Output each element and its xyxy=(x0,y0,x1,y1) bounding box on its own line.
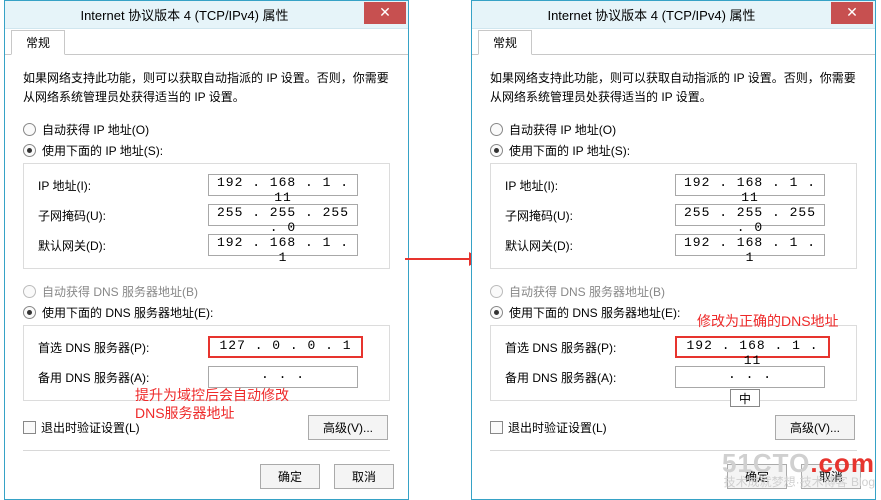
checkbox-validate-on-exit[interactable] xyxy=(23,421,36,434)
label-default-gateway: 默认网关(D): xyxy=(505,237,675,254)
radio-auto-ip[interactable] xyxy=(23,123,36,136)
input-alternate-dns[interactable]: . . . xyxy=(675,366,825,388)
radio-auto-ip-label: 自动获得 IP 地址(O) xyxy=(509,121,616,138)
annotation-before-line1: 提升为域控后会自动修改 xyxy=(135,385,289,405)
radio-manual-dns[interactable] xyxy=(23,306,36,319)
checkbox-validate-label: 退出时验证设置(L) xyxy=(41,419,140,436)
radio-manual-dns[interactable] xyxy=(490,306,503,319)
label-ip: IP 地址(I): xyxy=(505,177,675,194)
label-alternate-dns: 备用 DNS 服务器(A): xyxy=(505,369,675,386)
radio-manual-ip[interactable] xyxy=(490,144,503,157)
close-button[interactable]: ✕ xyxy=(364,2,406,24)
radio-auto-dns[interactable] xyxy=(490,285,503,298)
close-button[interactable]: ✕ xyxy=(831,2,873,24)
tab-general[interactable]: 常规 xyxy=(11,30,65,55)
tcpip-dialog-before: Internet 协议版本 4 (TCP/IPv4) 属性 ✕ 常规 如果网络支… xyxy=(4,0,409,500)
input-default-gateway[interactable]: 192 . 168 . 1 . 1 xyxy=(208,234,358,256)
advanced-button[interactable]: 高级(V)... xyxy=(308,415,388,440)
checkbox-validate-label: 退出时验证设置(L) xyxy=(508,419,607,436)
radio-auto-dns-label: 自动获得 DNS 服务器地址(B) xyxy=(509,283,665,300)
input-default-gateway[interactable]: 192 . 168 . 1 . 1 xyxy=(675,234,825,256)
ip-fields-group: IP 地址(I): 192 . 168 . 1 . 11 子网掩码(U): 25… xyxy=(23,163,390,269)
label-subnet-mask: 子网掩码(U): xyxy=(505,207,675,224)
advanced-button[interactable]: 高级(V)... xyxy=(775,415,855,440)
radio-manual-dns-label: 使用下面的 DNS 服务器地址(E): xyxy=(42,304,213,321)
input-subnet-mask[interactable]: 255 . 255 . 255 . 0 xyxy=(675,204,825,226)
annotation-after: 修改为正确的DNS地址 xyxy=(697,311,839,331)
input-preferred-dns[interactable]: 192 . 168 . 1 . 11 xyxy=(675,336,830,358)
titlebar: Internet 协议版本 4 (TCP/IPv4) 属性 ✕ xyxy=(5,1,408,29)
dns-fields-group: 首选 DNS 服务器(P): 192 . 168 . 1 . 11 备用 DNS… xyxy=(490,325,857,401)
tab-general[interactable]: 常规 xyxy=(478,30,532,55)
close-icon: ✕ xyxy=(846,4,858,21)
description-text: 如果网络支持此功能，则可以获取自动指派的 IP 设置。否则，你需要从网络系统管理… xyxy=(490,69,857,107)
radio-manual-ip[interactable] xyxy=(23,144,36,157)
watermark: 51CTO.com 技术成就梦想·技术博客 Blog xyxy=(722,450,875,488)
radio-auto-ip-label: 自动获得 IP 地址(O) xyxy=(42,121,149,138)
ip-fields-group: IP 地址(I): 192 . 168 . 1 . 11 子网掩码(U): 25… xyxy=(490,163,857,269)
window-title: Internet 协议版本 4 (TCP/IPv4) 属性 xyxy=(472,5,831,24)
tabstrip: 常规 xyxy=(5,29,408,55)
input-ip-address[interactable]: 192 . 168 . 1 . 11 xyxy=(675,174,825,196)
radio-manual-dns-label: 使用下面的 DNS 服务器地址(E): xyxy=(509,304,680,321)
radio-auto-dns-label: 自动获得 DNS 服务器地址(B) xyxy=(42,283,198,300)
watermark-big: 51CTO xyxy=(722,448,810,478)
label-alternate-dns: 备用 DNS 服务器(A): xyxy=(38,369,208,386)
label-preferred-dns: 首选 DNS 服务器(P): xyxy=(38,339,208,356)
ime-indicator: 中 xyxy=(730,389,760,407)
radio-auto-dns[interactable] xyxy=(23,285,36,298)
tabstrip: 常规 xyxy=(472,29,875,55)
radio-manual-ip-label: 使用下面的 IP 地址(S): xyxy=(509,142,630,159)
input-preferred-dns[interactable]: 127 . 0 . 0 . 1 xyxy=(208,336,363,358)
watermark-dot: .com xyxy=(810,448,875,478)
close-icon: ✕ xyxy=(379,4,391,21)
label-ip: IP 地址(I): xyxy=(38,177,208,194)
window-title: Internet 协议版本 4 (TCP/IPv4) 属性 xyxy=(5,5,364,24)
label-default-gateway: 默认网关(D): xyxy=(38,237,208,254)
arrow-line xyxy=(405,258,475,260)
titlebar: Internet 协议版本 4 (TCP/IPv4) 属性 ✕ xyxy=(472,1,875,29)
ok-button[interactable]: 确定 xyxy=(260,464,320,489)
radio-auto-ip[interactable] xyxy=(490,123,503,136)
description-text: 如果网络支持此功能，则可以获取自动指派的 IP 设置。否则，你需要从网络系统管理… xyxy=(23,69,390,107)
label-subnet-mask: 子网掩码(U): xyxy=(38,207,208,224)
tcpip-dialog-after: Internet 协议版本 4 (TCP/IPv4) 属性 ✕ 常规 如果网络支… xyxy=(471,0,876,500)
checkbox-validate-on-exit[interactable] xyxy=(490,421,503,434)
annotation-before-line2: DNS服务器地址 xyxy=(135,403,235,423)
cancel-button[interactable]: 取消 xyxy=(334,464,394,489)
watermark-small: 技术成就梦想·技术博客 Blog xyxy=(722,476,875,488)
label-preferred-dns: 首选 DNS 服务器(P): xyxy=(505,339,675,356)
input-ip-address[interactable]: 192 . 168 . 1 . 11 xyxy=(208,174,358,196)
radio-manual-ip-label: 使用下面的 IP 地址(S): xyxy=(42,142,163,159)
input-subnet-mask[interactable]: 255 . 255 . 255 . 0 xyxy=(208,204,358,226)
separator xyxy=(23,450,390,451)
